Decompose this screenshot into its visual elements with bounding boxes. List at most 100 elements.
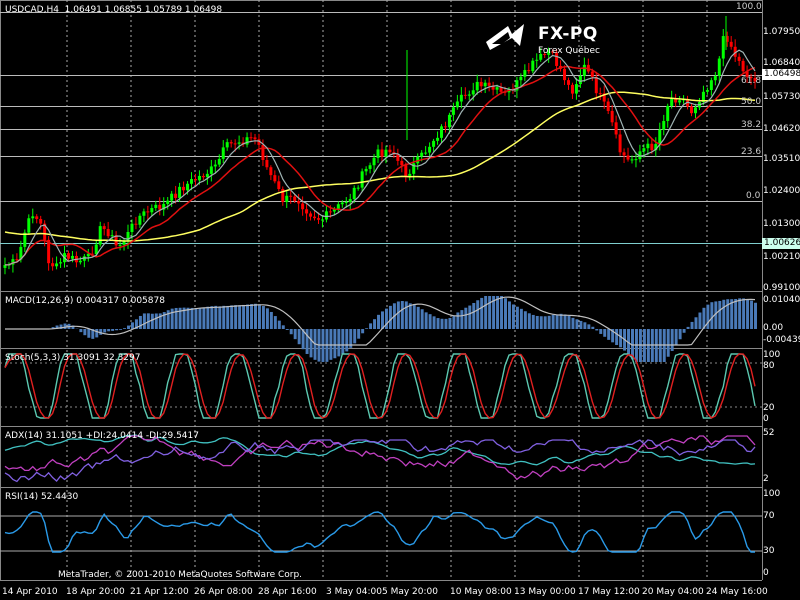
candle-body (420, 152, 424, 157)
candle-body (126, 231, 130, 242)
macd-bar (238, 305, 242, 329)
rsi-levels (0, 515, 762, 552)
fibo-label: 50.0 (741, 97, 762, 107)
macd-bar (115, 329, 119, 331)
macd-bar (690, 321, 694, 329)
candle-body (424, 152, 428, 154)
macd-bar (353, 329, 357, 344)
candle-body (237, 142, 241, 144)
macd-bar (476, 300, 480, 329)
macd-bar (523, 311, 527, 329)
macd-bar (250, 304, 254, 329)
macd-bar (587, 324, 591, 329)
macd-bar (666, 329, 670, 357)
fibo-label: 38.2 (741, 120, 762, 130)
candle-body (225, 142, 229, 148)
candle-body (122, 241, 126, 245)
candle-body (336, 204, 340, 210)
macd-bar (412, 305, 416, 329)
candle-body (273, 175, 277, 182)
candle-body (35, 216, 39, 219)
panel-separators (0, 0, 763, 581)
macd-bar (444, 318, 448, 329)
macd-bar (464, 307, 468, 329)
candle-body (356, 187, 360, 189)
candle-body (102, 226, 106, 230)
macd-bar (432, 316, 436, 329)
macd-bar (127, 325, 130, 329)
candle-body (610, 110, 614, 123)
macd-bar (63, 323, 67, 329)
macd-bar (738, 298, 742, 329)
candle-body (158, 204, 162, 210)
macd-bar (424, 312, 428, 329)
stoch-tick: 100 (763, 350, 781, 360)
macd-bar (504, 298, 507, 329)
stoch-tick: 20 (763, 403, 775, 413)
fibo-label: 100.0 (736, 2, 762, 12)
macd-bar (297, 329, 301, 345)
candle-body (523, 70, 527, 77)
candle-body (622, 152, 626, 156)
price-tick: 1.06840 (763, 58, 800, 68)
candle-body (197, 175, 201, 181)
candle-body (380, 149, 384, 157)
macd-bar (686, 326, 690, 329)
candle-body (432, 140, 436, 147)
current-price-label: 1.06498 (762, 69, 800, 80)
candle-body (277, 181, 281, 189)
date-tick: 18 Apr 20:00 (66, 587, 125, 597)
macd-bar (95, 329, 99, 338)
macd-bar (230, 305, 234, 329)
macd-bar (484, 296, 488, 329)
candle-body (178, 186, 182, 198)
candle-body (717, 58, 721, 76)
date-tick: 10 May 08:00 (450, 587, 512, 597)
candle-body (642, 148, 646, 152)
candle-body (626, 155, 630, 160)
macd-bar (123, 328, 127, 329)
candle-body (737, 56, 741, 61)
candle-body (690, 106, 694, 114)
macd-bar (99, 329, 103, 335)
date-tick: 20 May 04:00 (642, 587, 704, 597)
date-tick: 17 May 12:00 (578, 587, 640, 597)
macd-bar (218, 306, 222, 329)
candle-body (713, 75, 717, 81)
candle-body (313, 216, 317, 219)
candle-body (384, 149, 388, 157)
macd-bar (718, 300, 722, 329)
candle-body (670, 98, 674, 106)
macd-bar (254, 303, 257, 329)
date-tick: 14 Apr 2010 (2, 587, 58, 597)
candle-body (527, 70, 531, 72)
price-tick: 1.03510 (763, 154, 800, 164)
macd-bar (535, 315, 539, 329)
macd-bar (130, 322, 134, 329)
macd-bar (567, 315, 571, 329)
candle-body (567, 80, 570, 85)
macd-bar (456, 312, 460, 329)
candle-body (190, 179, 193, 184)
candle-body (213, 164, 217, 167)
candles (3, 16, 757, 275)
macd-bar (234, 305, 238, 329)
candle-body (650, 143, 654, 151)
macd-bar (615, 329, 619, 346)
chart-window[interactable]: FX-PQ Forex Québec USDCAD,H4 1.06491 1.0… (0, 0, 800, 600)
candle-body (27, 218, 31, 233)
logo-subtitle: Forex Québec (538, 46, 600, 56)
candle-body (606, 101, 610, 111)
candle-body (570, 84, 574, 94)
macd-bar (547, 315, 551, 329)
candle-body (396, 154, 400, 161)
macd-bar (694, 317, 698, 329)
price-tick: 1.00210 (763, 252, 800, 262)
candle-body (289, 195, 293, 197)
macd-bar (472, 302, 476, 329)
macd-bar (150, 313, 154, 329)
macd-bar (293, 329, 297, 340)
candle-body (249, 137, 253, 139)
macd-bar (111, 329, 115, 331)
candle-body (118, 244, 122, 246)
